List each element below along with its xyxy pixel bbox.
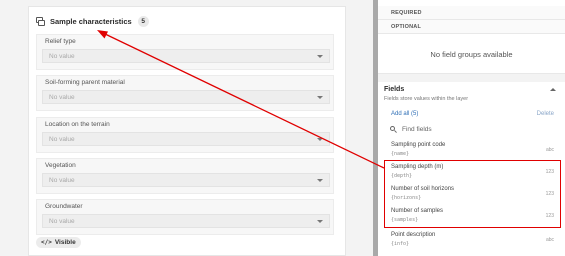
field-card-terrain-location[interactable]: Location on the terrain No value — [36, 117, 334, 153]
field-item-sampling-point-code[interactable]: Sampling point code {name} abc — [378, 139, 565, 161]
field-search[interactable] — [390, 123, 522, 135]
field-label: Relief type — [45, 38, 76, 45]
field-item-code: {name} — [391, 151, 410, 157]
form-panel: Sample characteristics 5 Relief type No … — [28, 6, 346, 256]
chevron-down-icon — [317, 179, 323, 182]
select-placeholder: No value — [49, 94, 75, 101]
fields-heading: Fields — [384, 86, 405, 93]
group-header[interactable]: Sample characteristics 5 — [36, 15, 149, 27]
chevron-down-icon — [317, 55, 323, 58]
chevron-down-icon — [317, 220, 323, 223]
parent-material-select[interactable]: No value — [42, 90, 330, 104]
field-label: Vegetation — [45, 162, 76, 169]
fields-subtitle: Fields store values within the layer — [384, 96, 469, 102]
visible-label: Visible — [54, 239, 76, 246]
section-optional[interactable]: OPTIONAL — [378, 20, 565, 34]
field-label: Location on the terrain — [45, 121, 110, 128]
field-card-groundwater[interactable]: Groundwater No value — [36, 199, 334, 235]
section-required[interactable]: REQUIRED — [378, 6, 565, 20]
chevron-down-icon — [317, 96, 323, 99]
field-label: Soil-forming parent material — [45, 79, 125, 86]
select-placeholder: No value — [49, 218, 75, 225]
search-icon — [390, 125, 397, 133]
group-title: Sample characteristics — [50, 16, 132, 26]
select-placeholder: No value — [49, 53, 75, 60]
field-card-relief-type[interactable]: Relief type No value — [36, 34, 334, 70]
chevron-down-icon — [317, 138, 323, 141]
section-optional-label: OPTIONAL — [391, 24, 422, 30]
section-gap — [378, 74, 565, 82]
field-label: Groundwater — [45, 203, 83, 210]
field-card-vegetation[interactable]: Vegetation No value — [36, 158, 334, 194]
field-item-name: Point description — [391, 232, 436, 238]
field-card-parent-material[interactable]: Soil-forming parent material No value — [36, 75, 334, 111]
groundwater-select[interactable]: No value — [42, 214, 330, 228]
section-required-label: REQUIRED — [391, 10, 422, 16]
chevron-up-icon[interactable] — [550, 88, 556, 91]
annotation-highlight-box — [384, 160, 561, 228]
add-all-link[interactable]: Add all (5) — [391, 111, 418, 117]
field-item-name: Sampling point code — [391, 142, 446, 148]
delete-link[interactable]: Delete — [537, 111, 554, 117]
group-icon — [36, 16, 45, 26]
terrain-location-select[interactable]: No value — [42, 132, 330, 146]
code-icon: </> — [41, 239, 52, 246]
empty-state-message: No field groups available — [378, 36, 565, 74]
field-item-point-description[interactable]: Point description {info} abc — [378, 229, 565, 251]
select-placeholder: No value — [49, 136, 75, 143]
relief-type-select[interactable]: No value — [42, 49, 330, 63]
string-type-icon: abc — [545, 147, 554, 153]
group-count-badge: 5 — [137, 15, 149, 27]
field-item-code: {info} — [391, 241, 410, 247]
search-input[interactable] — [402, 125, 522, 133]
vegetation-select[interactable]: No value — [42, 173, 330, 187]
visible-toggle[interactable]: </> Visible — [36, 237, 81, 248]
select-placeholder: No value — [49, 177, 75, 184]
string-type-icon: abc — [545, 237, 554, 243]
